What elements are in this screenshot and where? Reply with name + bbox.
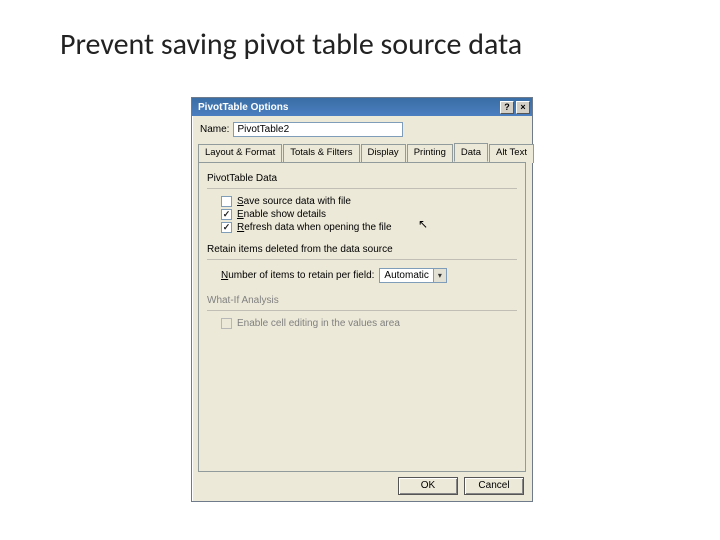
tab-panel-data: PivotTable Data Save source data with fi… — [198, 162, 526, 472]
tab-display[interactable]: Display — [361, 144, 406, 163]
combo-retain-value: Automatic — [380, 269, 432, 282]
divider — [207, 259, 517, 260]
section-whatif: What-If Analysis — [207, 295, 517, 306]
titlebar: PivotTable Options ? × — [192, 98, 532, 116]
dialog-button-row: OK Cancel — [398, 477, 524, 495]
row-save-source: Save source data with file — [207, 195, 517, 208]
tab-printing[interactable]: Printing — [407, 144, 453, 163]
chevron-down-icon — [433, 269, 446, 282]
label-show-details: Enable show details — [237, 209, 326, 220]
row-show-details: Enable show details — [207, 208, 517, 221]
tab-layout-format[interactable]: Layout & Format — [198, 144, 282, 163]
tab-strip: Layout & Format Totals & Filters Display… — [192, 141, 532, 162]
divider — [207, 310, 517, 311]
checkbox-show-details[interactable] — [221, 209, 232, 220]
divider — [207, 188, 517, 189]
tab-data[interactable]: Data — [454, 143, 488, 162]
name-label: Name: — [200, 124, 229, 135]
label-whatif: Enable cell editing in the values area — [237, 318, 400, 329]
name-field[interactable] — [233, 122, 403, 137]
section-retain-items: Retain items deleted from the data sourc… — [207, 244, 517, 255]
help-button[interactable]: ? — [500, 101, 514, 114]
tab-alt-text[interactable]: Alt Text — [489, 144, 534, 163]
section-pivottable-data: PivotTable Data — [207, 173, 517, 184]
name-row: Name: — [192, 116, 532, 141]
row-whatif: Enable cell editing in the values area — [207, 317, 517, 330]
cancel-button[interactable]: Cancel — [464, 477, 524, 495]
tab-totals-filters[interactable]: Totals & Filters — [283, 144, 359, 163]
checkbox-whatif — [221, 318, 232, 329]
pivottable-options-dialog: PivotTable Options ? × Name: Layout & Fo… — [191, 97, 533, 502]
slide-title: Prevent saving pivot table source data — [60, 26, 522, 63]
checkbox-save-source[interactable] — [221, 196, 232, 207]
row-retain-count: Number of items to retain per field: Aut… — [207, 266, 517, 285]
label-refresh-open: Refresh data when opening the file — [237, 222, 392, 233]
checkbox-refresh-open[interactable] — [221, 222, 232, 233]
titlebar-text: PivotTable Options — [198, 102, 500, 113]
combo-retain-count[interactable]: Automatic — [379, 268, 446, 283]
row-refresh-open: Refresh data when opening the file — [207, 221, 517, 234]
label-retain-count: Number of items to retain per field: — [221, 270, 374, 281]
ok-button[interactable]: OK — [398, 477, 458, 495]
label-save-source: Save source data with file — [237, 196, 351, 207]
close-button[interactable]: × — [516, 101, 530, 114]
